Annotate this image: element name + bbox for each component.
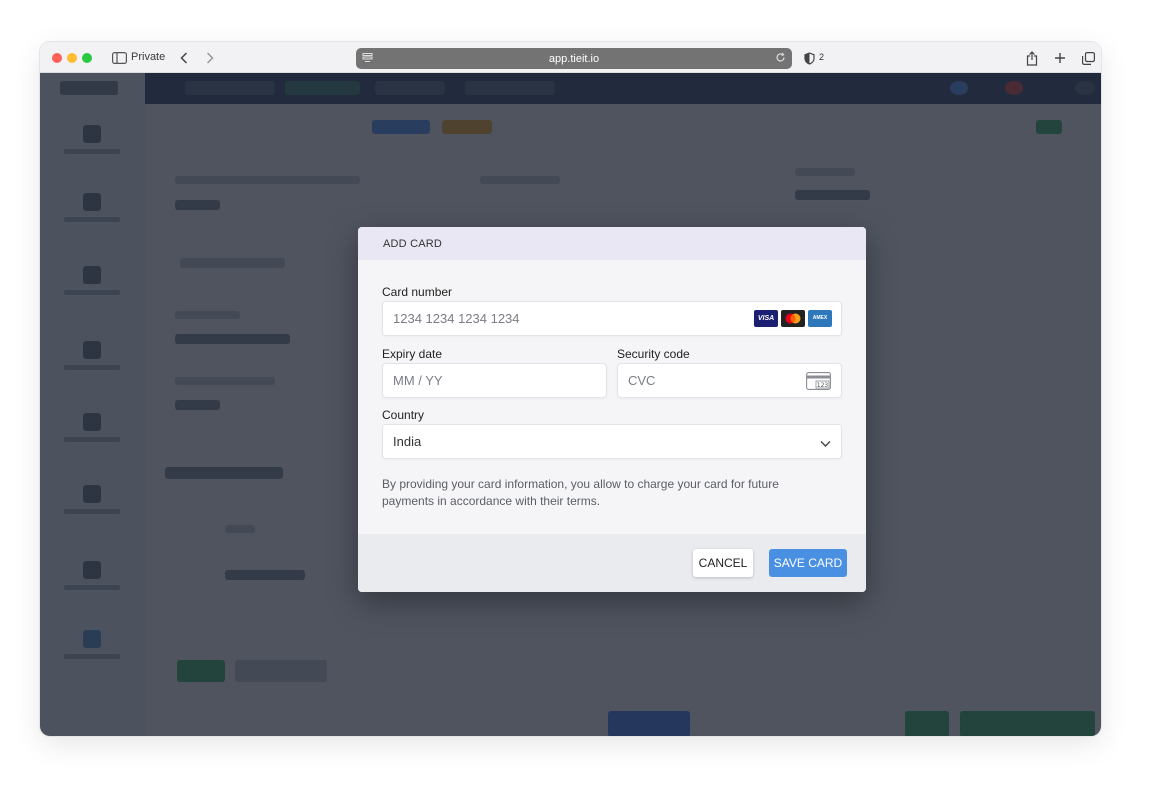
card-number-field[interactable]: VISA AMEX (382, 301, 842, 336)
save-card-button[interactable]: SAVE CARD (769, 549, 847, 577)
security-code-input[interactable] (628, 364, 807, 397)
site-settings-icon[interactable] (362, 52, 373, 66)
tracker-count: 2 (819, 52, 825, 62)
security-code-label: Security code (617, 347, 690, 361)
private-label: Private (131, 51, 166, 63)
add-card-dialog: ADD CARD Card number VISA AMEX Expiry da… (358, 227, 866, 592)
tab-overview-icon[interactable] (1081, 49, 1095, 67)
dialog-footer: CANCEL SAVE CARD (358, 534, 866, 592)
chevron-down-icon (820, 436, 831, 451)
mastercard-icon (781, 310, 805, 327)
reload-icon[interactable] (775, 52, 786, 66)
zoom-window-button[interactable] (82, 53, 92, 63)
back-icon[interactable] (178, 49, 190, 67)
forward-icon[interactable] (204, 49, 216, 67)
amex-logo: AMEX (808, 310, 832, 327)
security-code-field[interactable]: 123 (617, 363, 842, 398)
sidebar-toggle-icon[interactable] (111, 49, 127, 67)
expiry-date-input[interactable] (393, 364, 572, 397)
visa-logo: VISA (754, 310, 778, 327)
minimize-window-button[interactable] (67, 53, 77, 63)
card-number-input[interactable] (393, 302, 760, 335)
url-text: app.tieit.io (548, 52, 600, 65)
country-select[interactable]: India (382, 424, 842, 459)
expiry-date-field[interactable] (382, 363, 607, 398)
cancel-button[interactable]: CANCEL (693, 549, 753, 577)
cvc-card-icon: 123 (806, 372, 831, 393)
card-terms-text: By providing your card information, you … (382, 477, 779, 508)
dialog-header: ADD CARD (358, 227, 866, 260)
browser-window: Private app.tieit.io 2 ADD CARD Card num… (40, 42, 1101, 736)
country-value: India (393, 434, 422, 449)
close-window-button[interactable] (52, 53, 62, 63)
country-label: Country (382, 408, 425, 422)
browser-toolbar: Private app.tieit.io 2 (40, 42, 1101, 73)
dialog-title: ADD CARD (383, 238, 443, 250)
new-tab-icon[interactable] (1053, 49, 1067, 67)
app-background: ADD CARD Card number VISA AMEX Expiry da… (40, 73, 1101, 736)
privacy-shield-icon[interactable] (802, 49, 816, 67)
svg-text:123: 123 (817, 382, 829, 389)
share-icon[interactable] (1025, 49, 1039, 67)
card-number-label: Card number (382, 285, 453, 299)
address-bar[interactable]: app.tieit.io (356, 48, 792, 69)
expiry-date-label: Expiry date (382, 347, 443, 361)
